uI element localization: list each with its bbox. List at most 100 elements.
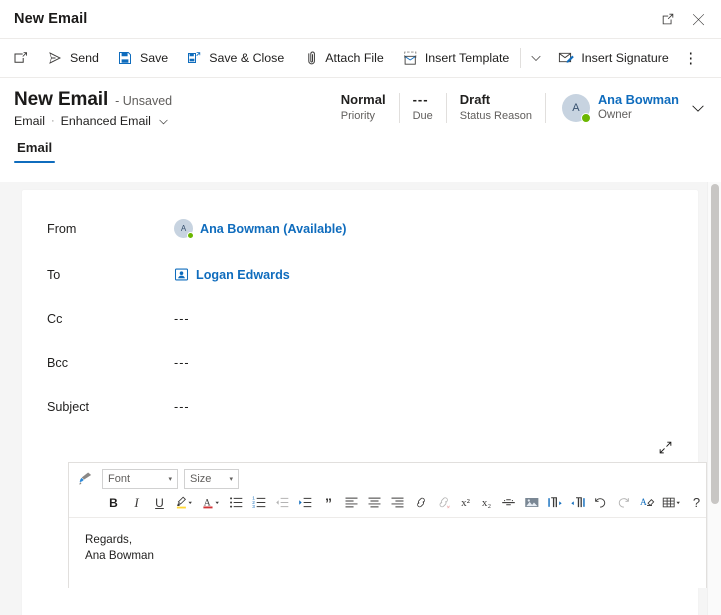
font-size-select[interactable]: Size ▾: [184, 468, 239, 489]
save-and-close-button[interactable]: Save & Close: [177, 43, 293, 73]
insert-signature-button[interactable]: Insert Signature: [549, 43, 677, 73]
field-value-bcc[interactable]: ---: [174, 356, 698, 370]
chevron-down-icon[interactable]: [158, 116, 169, 127]
form-scroll-area: From A Ana Bowman (Available) To Logan E…: [0, 182, 721, 615]
stat-status-reason-label: Status Reason: [459, 110, 532, 122]
insert-signature-label: Insert Signature: [581, 51, 669, 65]
field-label-from: From: [47, 221, 77, 236]
from-recipient-link[interactable]: Ana Bowman (Available): [200, 222, 347, 236]
insert-link-icon[interactable]: [410, 492, 431, 513]
editor-toolbar-row-1: Font ▾ Size ▾: [75, 468, 700, 492]
blockquote-icon[interactable]: ”: [318, 492, 339, 513]
font-family-value: Font: [108, 472, 131, 485]
font-color-icon[interactable]: A: [199, 492, 224, 513]
owner-name[interactable]: Ana Bowman: [598, 92, 679, 108]
chevron-down-icon: ▾: [168, 475, 172, 483]
send-label: Send: [70, 51, 99, 65]
field-row-subject: Subject ---: [22, 392, 698, 421]
send-button[interactable]: Send: [38, 43, 108, 73]
field-value-subject[interactable]: ---: [174, 400, 698, 414]
owner-role: Owner: [597, 109, 632, 121]
avatar: A: [174, 219, 194, 239]
save-and-close-label: Save & Close: [209, 51, 285, 65]
clear-formatting-icon[interactable]: A: [636, 492, 657, 513]
highlight-color-icon[interactable]: [172, 492, 197, 513]
open-in-new-window-button[interactable]: [4, 43, 38, 73]
remove-link-icon[interactable]: [433, 492, 454, 513]
command-divider: [520, 48, 522, 68]
editor-toolbar: Font ▾ Size ▾ B I U A 1 2 3 ” x² x₂ A ?: [69, 463, 706, 518]
owner-text: Ana Bowman Owner: [598, 92, 679, 123]
attach-file-button[interactable]: Attach File: [293, 43, 393, 73]
stat-due-value: ---: [412, 92, 429, 107]
field-row-from: From A Ana Bowman (Available): [22, 212, 698, 245]
undo-icon[interactable]: [590, 492, 611, 513]
breadcrumb: Email · Enhanced Email: [14, 114, 328, 128]
redo-icon[interactable]: [613, 492, 634, 513]
avatar: A: [561, 93, 591, 123]
insert-template-button[interactable]: Insert Template: [393, 43, 518, 73]
underline-icon[interactable]: U: [149, 492, 170, 513]
insert-table-icon[interactable]: [659, 492, 684, 513]
vertical-scrollbar[interactable]: [707, 182, 721, 615]
command-overflow-button[interactable]: ⋮: [678, 43, 704, 73]
cc-empty-value: ---: [174, 311, 190, 326]
font-family-select[interactable]: Font ▾: [102, 468, 178, 489]
field-row-to: To Logan Edwards: [22, 260, 698, 289]
close-button[interactable]: [683, 5, 713, 33]
email-fields: From A Ana Bowman (Available) To Logan E…: [22, 190, 698, 421]
align-center-icon[interactable]: [364, 492, 385, 513]
tab-email[interactable]: Email: [14, 140, 56, 163]
breadcrumb-entity: Email: [14, 114, 45, 128]
align-left-icon[interactable]: [341, 492, 362, 513]
chevron-down-icon[interactable]: [691, 101, 705, 115]
stat-priority-label: Priority: [340, 110, 376, 122]
bold-icon[interactable]: B: [103, 492, 124, 513]
align-right-icon[interactable]: [387, 492, 408, 513]
to-recipient-link[interactable]: Logan Edwards: [196, 268, 290, 282]
window-title: New Email: [14, 11, 88, 27]
numbered-list-icon[interactable]: 1 2 3: [249, 492, 270, 513]
decrease-indent-icon[interactable]: [272, 492, 293, 513]
right-to-left-icon[interactable]: [567, 492, 588, 513]
record-header: New Email - Unsaved Email · Enhanced Ema…: [0, 78, 721, 128]
record-state: - Unsaved: [115, 94, 173, 108]
insert-image-icon[interactable]: [521, 492, 542, 513]
expand-editor-button[interactable]: [654, 436, 676, 458]
chevron-down-icon: ▾: [229, 475, 233, 483]
svg-text:3: 3: [252, 504, 255, 509]
owner-field[interactable]: A Ana Bowman Owner: [546, 92, 705, 123]
format-painter-icon[interactable]: [75, 468, 96, 489]
increase-indent-icon[interactable]: [295, 492, 316, 513]
superscript-icon[interactable]: x²: [456, 492, 475, 513]
bulleted-list-icon[interactable]: [226, 492, 247, 513]
help-icon[interactable]: ?: [686, 492, 706, 513]
attach-file-label: Attach File: [325, 51, 384, 65]
subscript-icon[interactable]: x₂: [477, 492, 496, 513]
insert-template-label: Insert Template: [424, 51, 510, 65]
email-form-card: From A Ana Bowman (Available) To Logan E…: [22, 190, 707, 615]
field-value-to[interactable]: Logan Edwards: [174, 267, 698, 282]
save-button[interactable]: Save: [108, 43, 177, 73]
email-body-editor: Font ▾ Size ▾ B I U A 1 2 3 ” x² x₂ A ? …: [68, 462, 707, 588]
left-to-right-icon[interactable]: [544, 492, 565, 513]
field-value-from[interactable]: A Ana Bowman (Available): [174, 219, 698, 239]
breadcrumb-form-selector[interactable]: Enhanced Email: [61, 114, 151, 128]
scrollbar-thumb[interactable]: [711, 184, 719, 504]
insert-template-dropdown-button[interactable]: [523, 43, 549, 73]
body-line: Ana Bowman: [85, 549, 154, 562]
paperclip-icon: [302, 50, 318, 66]
italic-icon[interactable]: I: [126, 492, 147, 513]
presence-available-icon: [186, 231, 194, 239]
send-icon: [47, 50, 63, 66]
email-body-content[interactable]: Regards, Ana Bowman: [69, 518, 706, 578]
tab-strip: Email: [0, 128, 721, 163]
presence-available-icon: [580, 112, 591, 123]
popout-button[interactable]: [653, 5, 683, 33]
popout-icon: [661, 12, 675, 26]
breadcrumb-separator: ·: [50, 115, 55, 127]
strikethrough-icon[interactable]: [498, 492, 519, 513]
editor-expand-row: [22, 436, 698, 462]
stat-status-reason: Draft Status Reason: [447, 91, 545, 124]
field-value-cc[interactable]: ---: [174, 312, 698, 326]
